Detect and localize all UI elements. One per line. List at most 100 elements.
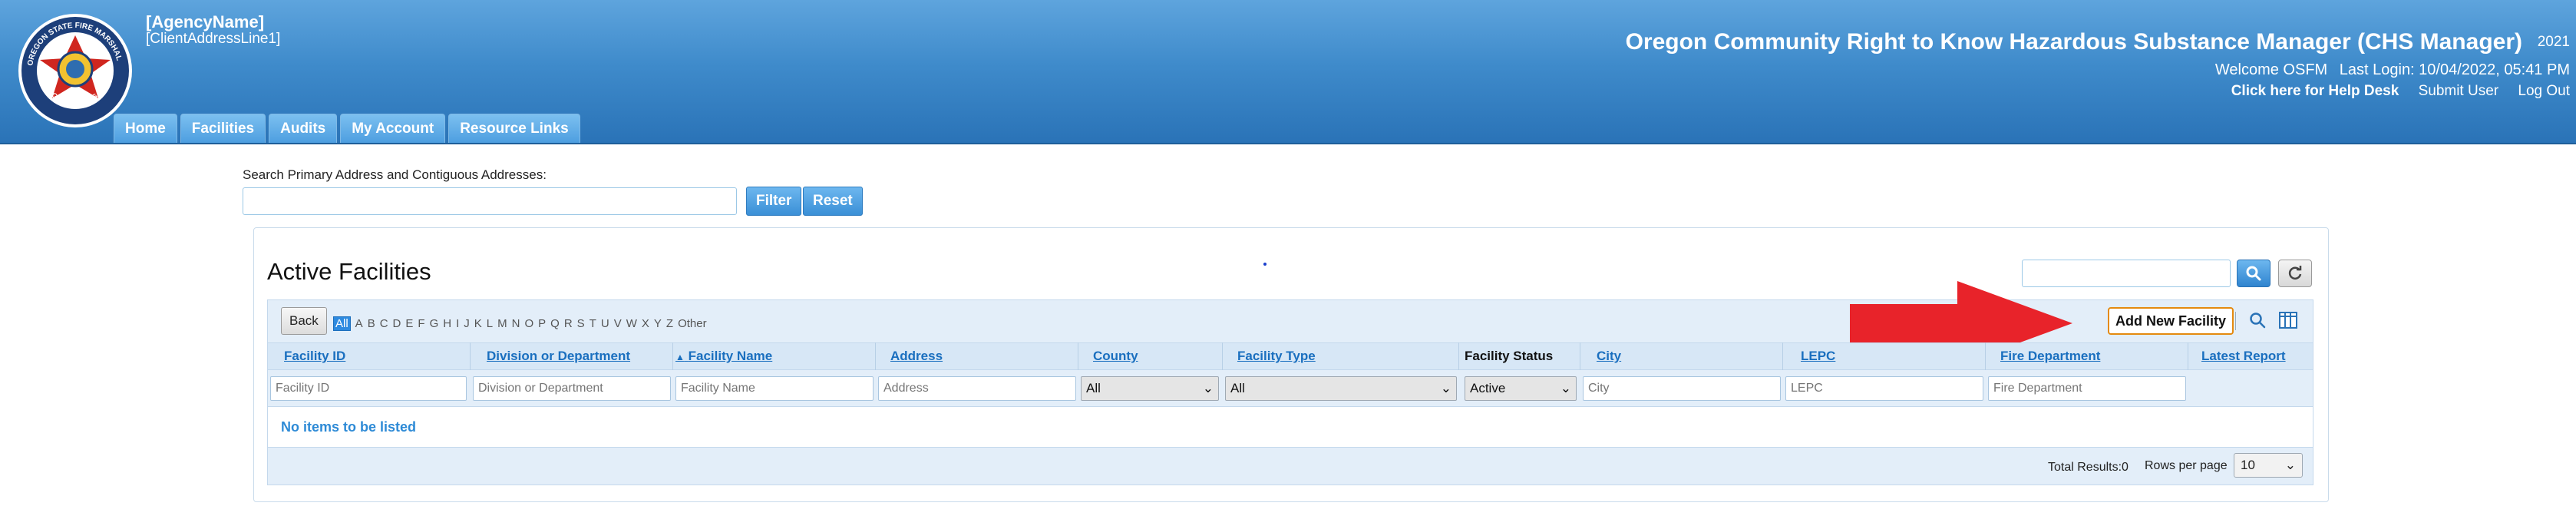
col-divider xyxy=(470,342,471,370)
tab-my-account[interactable]: My Account xyxy=(340,114,446,143)
address-search-input[interactable] xyxy=(243,187,737,215)
alpha-letter[interactable]: N xyxy=(512,317,520,330)
refresh-button[interactable] xyxy=(2278,260,2312,287)
panel-title: Active Facilities xyxy=(267,258,431,285)
col-division[interactable]: Division or Department xyxy=(487,349,630,364)
alpha-letter[interactable]: Q xyxy=(550,317,560,330)
alpha-letter[interactable]: G xyxy=(430,317,439,330)
col-address[interactable]: Address xyxy=(890,349,943,364)
welcome-text: Welcome OSFM xyxy=(2214,61,2328,78)
filter-status-select[interactable]: Active ⌄ xyxy=(1465,376,1577,401)
last-login-text: Last Login: 10/04/2022, 05:41 PM xyxy=(2339,61,2570,78)
alpha-letter[interactable]: D xyxy=(393,317,401,330)
header-links: Click here for Help Desk Submit User Log… xyxy=(2216,83,2570,100)
alpha-letter[interactable]: O xyxy=(524,317,533,330)
osfm-seal-logo: OREGON STATE FIRE MARSHAL OREGON PUBLIC … xyxy=(18,14,132,127)
col-facility-id[interactable]: Facility ID xyxy=(284,349,345,364)
reset-button[interactable]: Reset xyxy=(803,187,863,216)
alpha-letter[interactable]: S xyxy=(577,317,585,330)
back-button[interactable]: Back xyxy=(281,307,327,335)
col-facility-name[interactable]: ▲ Facility Name xyxy=(675,349,772,364)
alpha-letter[interactable]: A xyxy=(355,317,363,330)
rows-per-page-select[interactable]: 10 ⌄ xyxy=(2234,453,2303,478)
filter-facility-name[interactable] xyxy=(675,376,874,401)
log-out-link[interactable]: Log Out xyxy=(2518,83,2570,99)
alpha-letter[interactable]: K xyxy=(474,317,482,330)
filter-facility-id[interactable] xyxy=(270,376,467,401)
alpha-letter[interactable]: V xyxy=(614,317,622,330)
alpha-other[interactable]: Other xyxy=(678,317,707,330)
tab-home[interactable]: Home xyxy=(114,114,177,143)
app-title: Oregon Community Right to Know Hazardous… xyxy=(1625,29,2522,55)
filter-button[interactable]: Filter xyxy=(746,187,802,216)
empty-message: No items to be listed xyxy=(281,419,417,435)
alpha-letter[interactable]: J xyxy=(464,317,470,330)
filter-fire-department[interactable] xyxy=(1988,376,2186,401)
column-search-toggle[interactable] xyxy=(2246,309,2269,332)
tab-facilities[interactable]: Facilities xyxy=(180,114,266,143)
col-facility-type[interactable]: Facility Type xyxy=(1237,349,1316,364)
alpha-letter[interactable]: U xyxy=(601,317,609,330)
grid-empty-row xyxy=(267,407,2313,447)
col-latest-report[interactable]: Latest Report xyxy=(2201,349,2286,364)
filter-county-select[interactable]: All ⌄ xyxy=(1081,376,1219,401)
filter-address[interactable] xyxy=(878,376,1076,401)
loading-dot xyxy=(1263,263,1267,266)
filter-city[interactable] xyxy=(1583,376,1781,401)
alpha-letter[interactable]: P xyxy=(538,317,546,330)
alpha-letter[interactable]: E xyxy=(405,317,413,330)
alpha-letter[interactable]: Y xyxy=(654,317,662,330)
grid-search-button[interactable] xyxy=(2237,260,2271,287)
col-lepc[interactable]: LEPC xyxy=(1801,349,1835,364)
tab-resource-links[interactable]: Resource Links xyxy=(448,114,580,143)
filter-status-value: Active xyxy=(1470,381,1506,395)
alpha-letter[interactable]: C xyxy=(380,317,388,330)
alpha-letter[interactable]: R xyxy=(564,317,573,330)
app-header: OREGON STATE FIRE MARSHAL OREGON PUBLIC … xyxy=(0,0,2576,144)
total-results: Total Results:0 xyxy=(2048,461,2129,474)
col-divider xyxy=(875,342,876,370)
alpha-letter[interactable]: I xyxy=(456,317,459,330)
alpha-letter[interactable]: L xyxy=(487,317,493,330)
col-divider xyxy=(672,342,673,370)
tab-audits[interactable]: Audits xyxy=(269,114,338,143)
help-desk-link[interactable]: Click here for Help Desk xyxy=(2231,83,2399,99)
alpha-letter[interactable]: X xyxy=(642,317,649,330)
agency-address: [ClientAddressLine1] xyxy=(146,31,281,47)
alphabet-filter: All A B C D E F G H I J K L M N O P Q R … xyxy=(333,316,712,331)
col-facility-name-label: Facility Name xyxy=(688,349,773,363)
columns-icon xyxy=(2279,312,2297,329)
alpha-letter[interactable]: F xyxy=(418,317,424,330)
rows-per-page-label: Rows per page xyxy=(2145,459,2228,472)
column-chooser-button[interactable] xyxy=(2277,309,2300,332)
alpha-letter[interactable]: T xyxy=(590,317,596,330)
chevron-down-icon: ⌄ xyxy=(1202,381,1214,395)
toolbar-divider xyxy=(2235,312,2236,330)
filter-county-value: All xyxy=(1086,381,1101,395)
chevron-down-icon: ⌄ xyxy=(2284,458,2296,472)
col-fire-department[interactable]: Fire Department xyxy=(2000,349,2100,364)
search-icon xyxy=(2246,266,2261,281)
grid-footer xyxy=(267,447,2313,485)
filter-facility-type-select[interactable]: All ⌄ xyxy=(1225,376,1457,401)
chevron-down-icon: ⌄ xyxy=(1440,381,1451,395)
refresh-icon xyxy=(2288,266,2302,280)
add-new-facility-button[interactable]: Add New Facility xyxy=(2108,307,2234,335)
col-city[interactable]: City xyxy=(1597,349,1621,364)
col-county[interactable]: County xyxy=(1093,349,1138,364)
alpha-all[interactable]: All xyxy=(333,316,351,331)
alpha-letter[interactable]: B xyxy=(368,317,375,330)
filter-lepc[interactable] xyxy=(1785,376,1983,401)
alpha-letter[interactable]: Z xyxy=(666,317,673,330)
filter-division[interactable] xyxy=(473,376,671,401)
sort-ascending-icon: ▲ xyxy=(675,352,685,362)
app-year: 2021 xyxy=(2537,34,2570,50)
alpha-letter[interactable]: M xyxy=(497,317,507,330)
col-divider xyxy=(1458,342,1459,370)
alpha-letter[interactable]: W xyxy=(626,317,637,330)
alpha-letter[interactable]: H xyxy=(443,317,451,330)
main-nav: Home Facilities Audits My Account Resour… xyxy=(114,114,580,143)
rows-per-page-value: 10 xyxy=(2241,458,2255,472)
col-divider xyxy=(1782,342,1783,370)
submit-user-link[interactable]: Submit User xyxy=(2419,83,2499,99)
